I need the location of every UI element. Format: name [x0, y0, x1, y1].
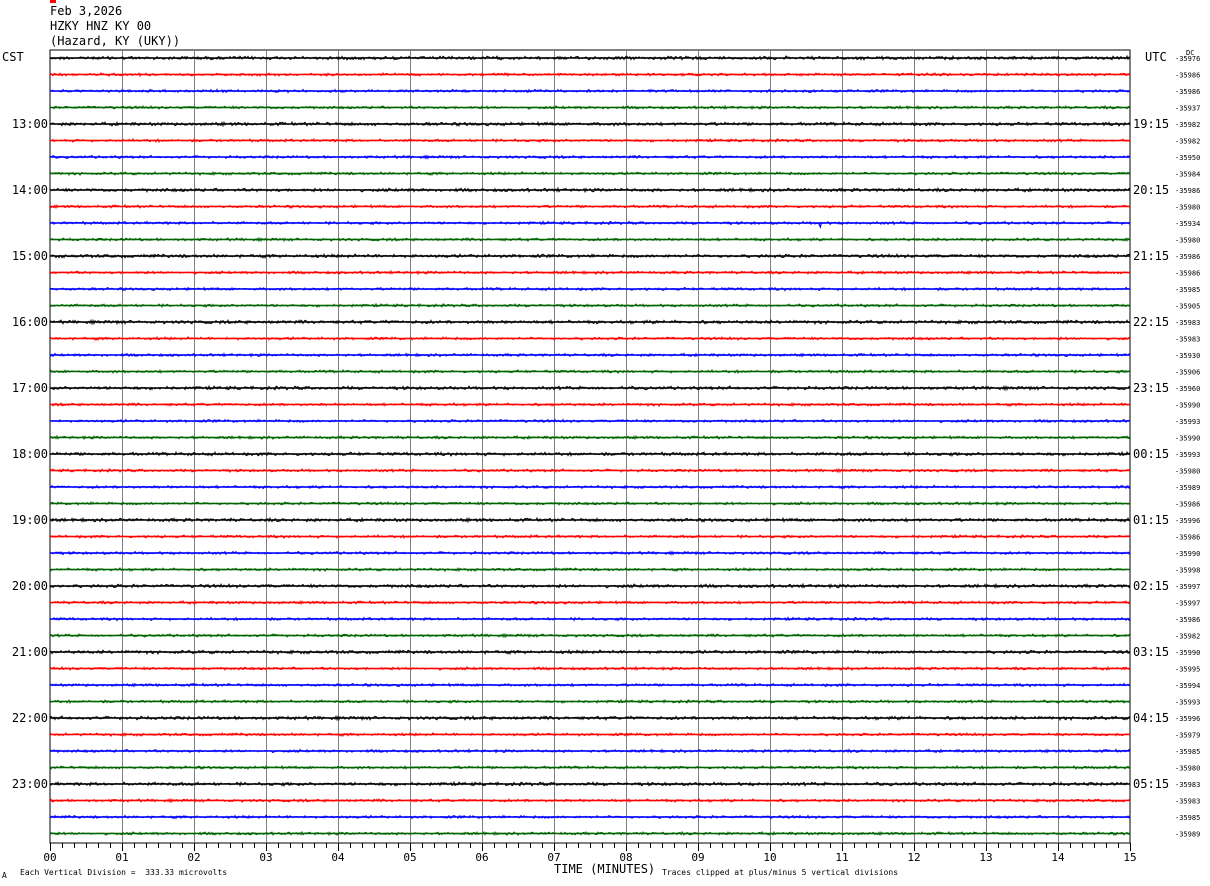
dc-offset-label: -35983	[1175, 798, 1200, 806]
x-tick-label: 12	[907, 851, 920, 864]
dc-offset-label: -35983	[1175, 319, 1200, 327]
dc-offset-label: -35989	[1175, 484, 1200, 492]
x-tick-label: 10	[763, 851, 776, 864]
utc-hour-label: 01:15	[1133, 513, 1169, 527]
x-tick-label: 04	[331, 851, 345, 864]
plot-frame	[49, 49, 1131, 844]
cst-hour-label: 18:00	[12, 447, 48, 461]
dc-offset-label: -35989	[1175, 831, 1200, 839]
dc-offset-label: -35996	[1175, 715, 1200, 723]
dc-offset-label: -35980	[1175, 237, 1200, 245]
dc-offset-label: -35934	[1175, 220, 1200, 228]
cst-hour-label: 13:00	[12, 117, 48, 131]
utc-hour-label: 19:15	[1133, 117, 1169, 131]
dc-offset-label: -35990	[1175, 402, 1200, 410]
dc-offset-label: -35997	[1175, 600, 1200, 608]
dc-offset-label: -35906	[1175, 369, 1200, 377]
utc-hour-label: 04:15	[1133, 711, 1169, 725]
utc-hour-label: 03:15	[1133, 645, 1169, 659]
dc-offset-label: -35986	[1175, 88, 1200, 96]
dc-offset-label: -35994	[1175, 682, 1200, 690]
dc-offset-label: -35986	[1175, 501, 1200, 509]
dc-offset-label: -35986	[1175, 253, 1200, 261]
x-tick-label: 14	[1051, 851, 1065, 864]
utc-hour-label: 02:15	[1133, 579, 1169, 593]
dc-offset-label: -35982	[1175, 633, 1200, 641]
cst-hour-label: 17:00	[12, 381, 48, 395]
x-tick-label: 09	[691, 851, 704, 864]
dc-offset-label: -35905	[1175, 303, 1200, 311]
dc-offset-label: -35980	[1175, 765, 1200, 773]
dc-offset-label: -35986	[1175, 616, 1200, 624]
utc-hour-label: 22:15	[1133, 315, 1169, 329]
cst-hour-label: 20:00	[12, 579, 48, 593]
dc-offset-label: -35995	[1175, 666, 1200, 674]
dc-offset-label: -35950	[1175, 154, 1200, 162]
cst-hour-label: 15:00	[12, 249, 48, 263]
cst-hour-label: 21:00	[12, 645, 48, 659]
dc-offset-label: -35980	[1175, 468, 1200, 476]
dc-offset-label: -35985	[1175, 814, 1200, 822]
utc-hour-label: 00:15	[1133, 447, 1169, 461]
x-tick-label: 15	[1123, 851, 1136, 864]
dc-offset-label: -35990	[1175, 550, 1200, 558]
clip-note: Traces clipped at plus/minus 5 vertical …	[662, 868, 899, 877]
dc-offset-label: -35990	[1175, 649, 1200, 657]
utc-hour-label: 23:15	[1133, 381, 1169, 395]
x-tick-label: 01	[115, 851, 128, 864]
dc-offset-label: -35986	[1175, 534, 1200, 542]
dc-offset-label: -35982	[1175, 138, 1200, 146]
dc-offset-label: -35983	[1175, 336, 1200, 344]
dc-offset-label: -35986	[1175, 72, 1200, 80]
dc-offset-label: -35986	[1175, 270, 1200, 278]
corner-mark: A	[2, 871, 7, 880]
x-tick-label: 00	[43, 851, 56, 864]
dc-offset-label: -35980	[1175, 204, 1200, 212]
cst-hour-label: 14:00	[12, 183, 48, 197]
dc-offset-label: -35976	[1175, 55, 1200, 63]
cst-hour-label: 23:00	[12, 777, 48, 791]
helicorder-chart: -35976 -35986 -35986 -35937 -35982 -35982 -359…	[12, 49, 1200, 864]
x-tick-label: 06	[475, 851, 488, 864]
cst-hour-label: 19:00	[12, 513, 48, 527]
dc-offset-label: -35993	[1175, 418, 1200, 426]
cst-hour-label: 22:00	[12, 711, 48, 725]
cst-hour-label: 16:00	[12, 315, 48, 329]
x-tick-label: 02	[187, 851, 200, 864]
dc-offset-label: -35997	[1175, 583, 1200, 591]
dc-offset-label: -35984	[1175, 171, 1200, 179]
utc-hour-label: 05:15	[1133, 777, 1169, 791]
dc-offset-label: -35985	[1175, 748, 1200, 756]
scale-note: Each Vertical Division = 333.33 microvol…	[20, 868, 228, 877]
dc-offset-label: -35985	[1175, 286, 1200, 294]
utc-hour-label: 21:15	[1133, 249, 1169, 263]
utc-hour-label: 20:15	[1133, 183, 1169, 197]
dc-offset-label: -35993	[1175, 451, 1200, 459]
x-tick-label: 11	[835, 851, 848, 864]
dc-offset-label: -35993	[1175, 699, 1200, 707]
dc-offset-label: -35990	[1175, 435, 1200, 443]
dc-offset-label: -35979	[1175, 732, 1200, 740]
dc-offset-label: -35937	[1175, 105, 1200, 113]
dc-offset-label: -35998	[1175, 567, 1200, 575]
dc-offset-label: -35982	[1175, 121, 1200, 129]
x-tick-label: 03	[259, 851, 272, 864]
dc-offset-label: -35996	[1175, 517, 1200, 525]
x-axis-title: TIME (MINUTES)	[554, 862, 656, 876]
x-tick-label: 13	[979, 851, 992, 864]
x-tick-label: 05	[403, 851, 416, 864]
dc-offset-label: -35960	[1175, 385, 1200, 393]
dc-offset-label: -35983	[1175, 781, 1200, 789]
dc-offset-label: -35986	[1175, 187, 1200, 195]
dc-offset-label: -35930	[1175, 352, 1200, 360]
